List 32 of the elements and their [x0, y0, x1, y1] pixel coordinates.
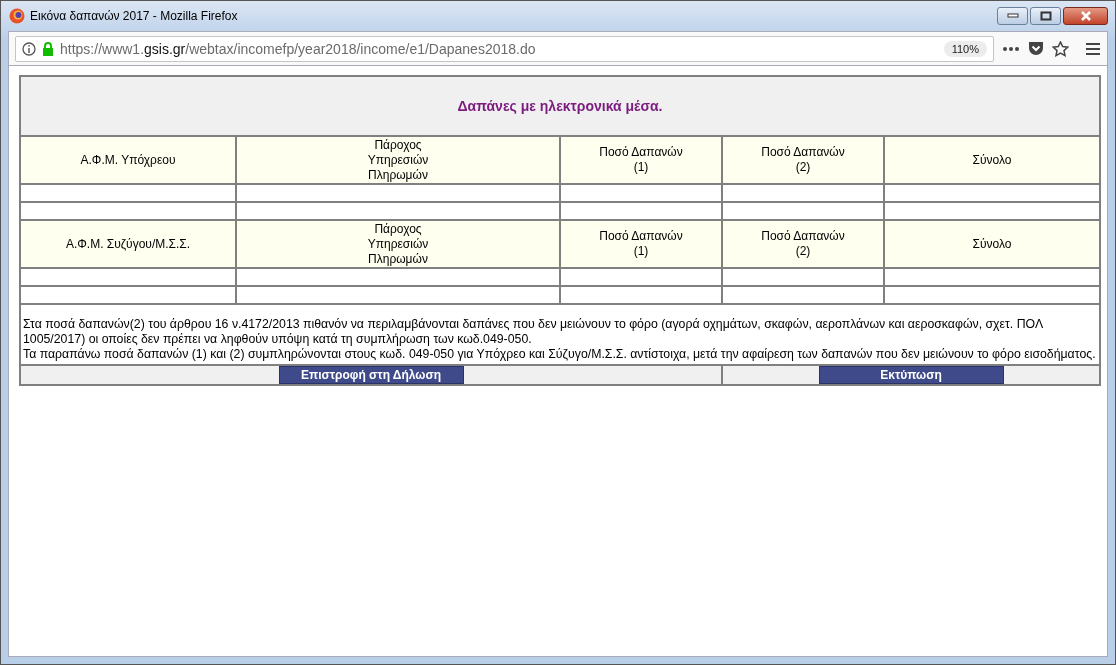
- column-header: Ποσό Δαπανών (1): [560, 220, 722, 268]
- padlock-icon: [42, 41, 54, 56]
- more-icon[interactable]: [1002, 45, 1020, 52]
- address-bar[interactable]: https://www1.gsis.gr/webtax/incomefp/year2018/income/e1/Dapanes2018.do 110%: [15, 35, 994, 62]
- column-header: Ποσό Δαπανών (1): [560, 136, 722, 184]
- browser-logo-icon: [9, 8, 25, 24]
- return-button[interactable]: Επιστροφή στη Δήλωση: [278, 366, 464, 384]
- maximize-button[interactable]: [1030, 7, 1061, 25]
- note-paragraph: Στα ποσά δαπανών(2) του άρθρου 16 ν.4172/2013 πιθανόν να περιλαμβάνονται δαπάνες που δεν μειώνουν το φόρο (αγορά οχημάτων, σκαφών, αεροπλάνων και αεροσκαφών, σχετ. ΠΟΛ 1005/2017) οι οποίες δεν πρέπει να ληφθούν υπόψη κατά τη συμπλήρωση των κωδ.049-050.: [23, 317, 1044, 347]
- page-heading: Δαπάνες με ηλεκτρονικά μέσα.: [20, 76, 1100, 136]
- minimize-button[interactable]: [997, 7, 1028, 25]
- url-text: https://www1.gsis.gr/webtax/incomefp/year2018/income/e1/Dapanes2018.do: [60, 40, 537, 57]
- close-button[interactable]: [1063, 7, 1108, 25]
- star-icon[interactable]: [1052, 40, 1069, 57]
- column-header: Σύνολο: [884, 220, 1100, 268]
- column-header: Α.Φ.Μ. Υπόχρεου: [20, 136, 236, 184]
- zoom-level[interactable]: 110%: [943, 40, 987, 57]
- column-header: Ποσό Δαπανών (2): [722, 220, 884, 268]
- window-title: Εικόνα δαπανών 2017 - Mozilla Firefox: [30, 9, 239, 23]
- column-header: Σύνολο: [884, 136, 1100, 184]
- minimize-icon: [1006, 13, 1019, 19]
- note-paragraph: Τα παραπάνω ποσά δαπανών (1) και (2) συμπληρώνονται στους κωδ. 049-050 για Υπόχρεο και Σύζυγο/Μ.Σ.Σ. αντίστοιχα, μετά την αφαίρεση των δαπανών που δεν μειώνουν το φόρο εισοδήματος.: [23, 347, 1097, 362]
- print-button[interactable]: Εκτύπωση: [818, 366, 1004, 384]
- maximize-icon: [1039, 11, 1052, 21]
- close-icon: [1079, 11, 1092, 21]
- pocket-icon[interactable]: [1028, 41, 1044, 56]
- column-header: Ποσό Δαπανών (2): [722, 136, 884, 184]
- column-header: Πάροχος Υπηρεσιών Πληρωμών: [236, 136, 560, 184]
- column-header: Πάροχος Υπηρεσιών Πληρωμών: [236, 220, 560, 268]
- info-icon[interactable]: [22, 41, 36, 56]
- menu-icon[interactable]: [1085, 41, 1101, 56]
- column-header: Α.Φ.Μ. Συζύγου/Μ.Σ.Σ.: [20, 220, 236, 268]
